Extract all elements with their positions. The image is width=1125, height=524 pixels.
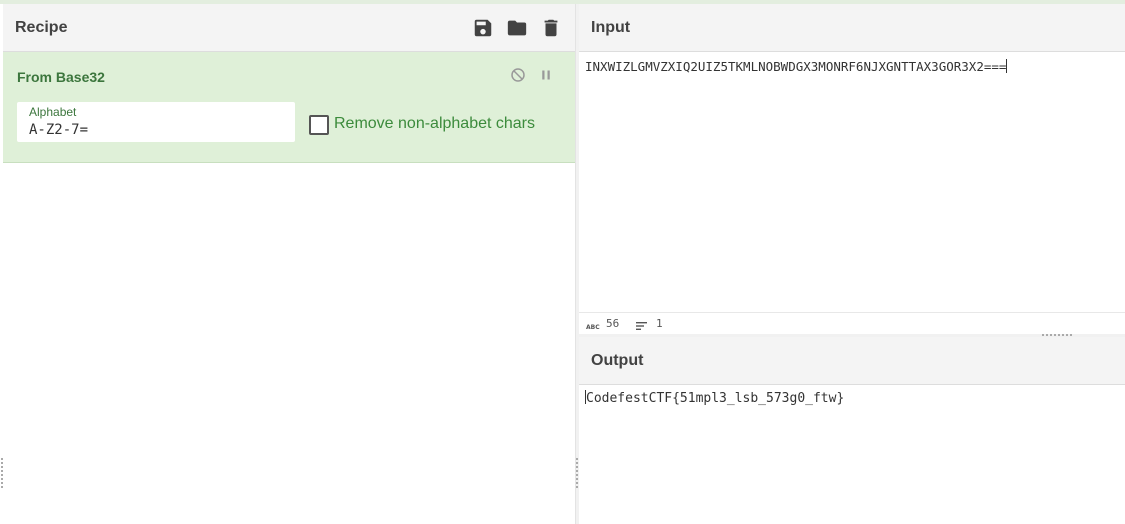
disable-icon[interactable] — [509, 66, 527, 84]
alphabet-field[interactable]: Alphabet — [17, 102, 295, 142]
input-textarea[interactable]: INXWIZLGMVZXIQ2UIZ5TKMLNOBWDGX3MONRF6NJX… — [585, 59, 1008, 74]
folder-icon[interactable] — [506, 17, 528, 39]
left-resize-handle[interactable] — [1, 458, 3, 490]
remove-non-alphabet-label[interactable]: Remove non-alphabet chars — [334, 115, 535, 133]
input-lines: 1 — [656, 317, 663, 330]
cyberchef-app: Recipe From Base32 Alphabet A-Z2-7= Remo… — [0, 0, 1125, 524]
output-text: CodefestCTF{51mpl3_lsb_573g0_ftw} — [586, 391, 845, 406]
text-caret — [1006, 59, 1008, 73]
input-text: INXWIZLGMVZXIQ2UIZ5TKMLNOBWDGX3MONRF6NJX… — [585, 59, 1007, 74]
input-header: Input — [579, 4, 1125, 52]
output-pane: Output CodefestCTF{51mpl3_lsb_573g0_ftw} — [579, 337, 1125, 524]
operation-name: From Base32 — [17, 69, 105, 85]
recipe-header: Recipe — [3, 4, 575, 52]
recipe-title: Recipe — [15, 19, 68, 36]
recipe-pane: Recipe From Base32 Alphabet A-Z2-7= Remo… — [3, 4, 575, 524]
alphabet-input[interactable] — [29, 121, 279, 139]
output-header: Output — [579, 337, 1125, 385]
pause-icon[interactable] — [537, 66, 555, 84]
io-resize-handle[interactable] — [1042, 334, 1074, 336]
pane-resize-handle[interactable] — [576, 458, 578, 490]
operation-from-base32[interactable]: From Base32 Alphabet Remove non-alphabet… — [3, 52, 575, 163]
save-icon[interactable] — [472, 17, 494, 39]
svg-text:ABC: ABC — [586, 324, 600, 331]
input-length: 56 — [606, 317, 620, 330]
output-textarea[interactable]: CodefestCTF{51mpl3_lsb_573g0_ftw} — [585, 390, 844, 406]
alphabet-label: Alphabet — [29, 105, 77, 119]
input-title: Input — [591, 19, 631, 36]
input-pane: Input INXWIZLGMVZXIQ2UIZ5TKMLNOBWDGX3MON… — [579, 4, 1125, 334]
input-status-bar: ABC 56 1 — [579, 312, 1125, 334]
trash-icon[interactable] — [540, 17, 562, 39]
output-title: Output — [591, 352, 644, 369]
remove-non-alphabet-checkbox[interactable] — [309, 115, 329, 135]
